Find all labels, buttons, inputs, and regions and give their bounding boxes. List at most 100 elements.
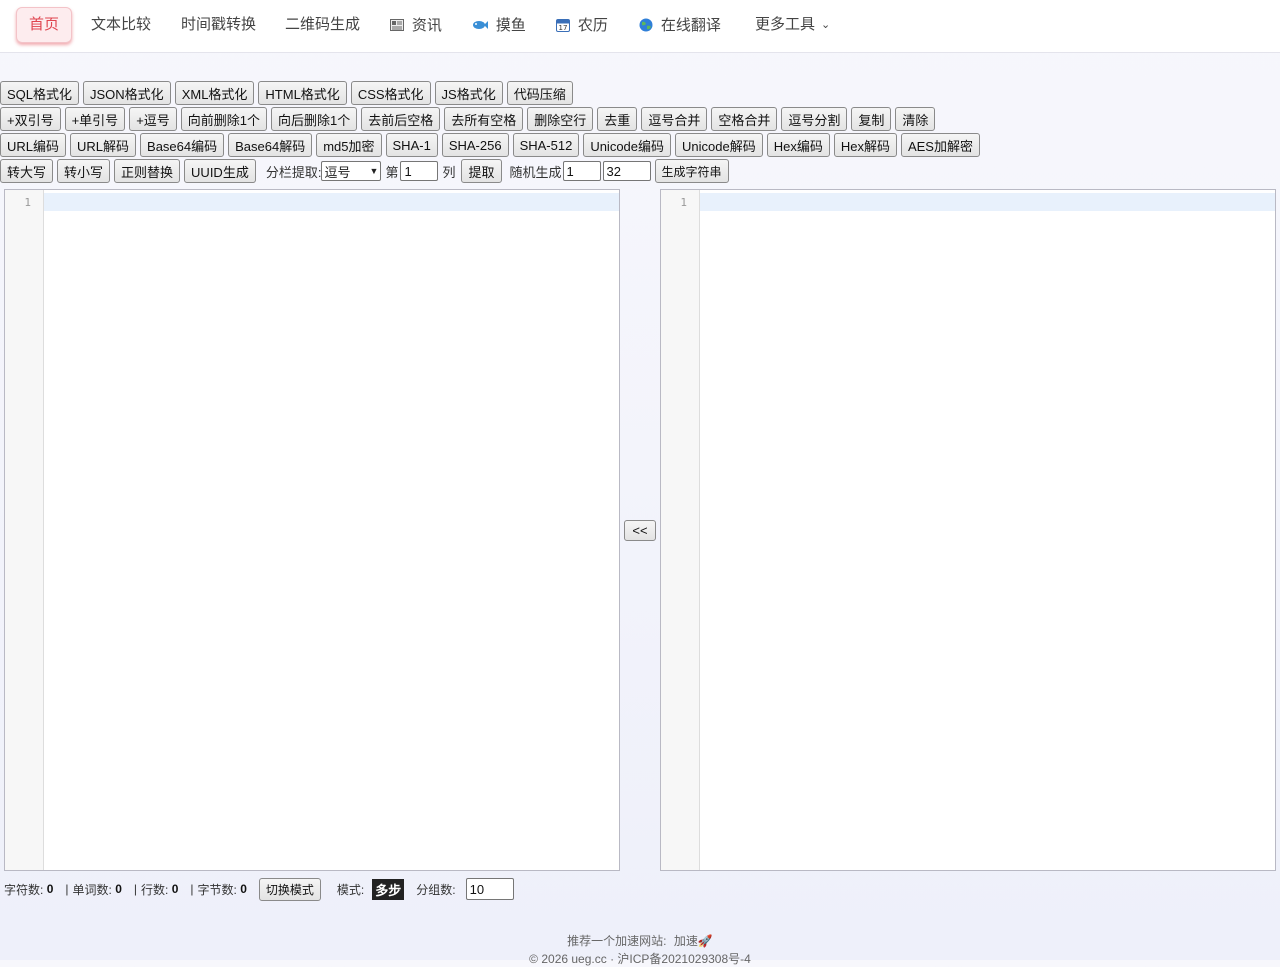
nav-more-tools[interactable]: 更多工具 ⌄ [755,8,830,42]
byte-count: 0 [240,882,247,896]
line-number-gutter: 1 [661,190,700,870]
recommend-link[interactable]: 加速🚀 [674,934,713,948]
nav-qrcode-label: 二维码生成 [285,16,361,33]
group-count-input[interactable] [465,878,514,900]
trim-button[interactable]: 去前后空格 [361,107,441,131]
sha1-button[interactable]: SHA-1 [385,133,438,157]
column-suffix-label: 列 [442,164,456,180]
dedupe-button[interactable]: 去重 [597,107,638,131]
random-generate-label: 随机生成 [509,164,562,180]
html-format-button[interactable]: HTML格式化 [258,81,347,105]
nav-timestamp-label: 时间戳转换 [181,16,257,33]
sha256-button[interactable]: SHA-256 [441,133,509,157]
regex-replace-button[interactable]: 正则替换 [114,159,181,183]
line-count: 0 [171,882,179,896]
nav-calendar-label: 农历 [577,17,608,34]
add-single-quote-button[interactable]: +单引号 [64,107,126,131]
toolbar-misc-row: 转大写 转小写 正则替换 UUID生成 分栏提取: 逗号 ▼ 第 列 提取 随机… [0,159,733,183]
status-bar: 字符数: 0 | 单词数: 0 | 行数: 0 | 字节数: 0 切换模式 模式: 多… [4,877,514,901]
line-number: 1 [680,196,687,209]
base64-decode-button[interactable]: Base64解码 [228,133,313,157]
nav-calendar[interactable]: 17 农历 [556,8,608,42]
add-comma-button[interactable]: +逗号 [129,107,177,131]
line-count-label: 行数: [141,882,169,897]
md5-button[interactable]: md5加密 [316,133,382,157]
input-editor[interactable]: 1 [4,189,620,871]
output-editor[interactable]: 1 [660,189,1276,871]
space-join-button[interactable]: 空格合并 [711,107,778,131]
nav-text-compare-label: 文本比较 [91,16,152,33]
line-number: 1 [24,196,31,209]
switch-mode-button[interactable]: 切换模式 [258,877,321,901]
nav-qrcode[interactable]: 二维码生成 [285,8,360,42]
comma-split-button[interactable]: 逗号分割 [781,107,848,131]
unicode-decode-button[interactable]: Unicode解码 [675,133,763,157]
extract-button[interactable]: 提取 [461,159,502,183]
uuid-button[interactable]: UUID生成 [184,159,256,183]
nav-home-label: 首页 [29,16,60,33]
nav-more-label: 更多工具 [755,16,816,33]
newspaper-icon [390,17,408,33]
code-compress-button[interactable]: 代码压缩 [506,81,573,105]
remove-empty-lines-button[interactable]: 删除空行 [527,107,594,131]
add-double-quote-button[interactable]: +双引号 [0,107,61,131]
nav-slack-label: 摸鱼 [495,17,526,34]
sha512-button[interactable]: SHA-512 [512,133,580,157]
generate-string-button[interactable]: 生成字符串 [654,159,729,183]
column-number-input[interactable] [400,161,439,181]
toolbar-encode-row: URL编码 URL解码 Base64编码 Base64解码 md5加密 SHA-… [0,133,984,157]
copy-back-button[interactable]: << [624,520,656,541]
svg-text:17: 17 [559,24,568,32]
char-count: 0 [46,882,54,896]
hex-decode-button[interactable]: Hex解码 [833,133,897,157]
uppercase-button[interactable]: 转大写 [0,159,54,183]
delete-back-button[interactable]: 向后删除1个 [271,107,358,131]
toolbar-format-row: SQL格式化 JSON格式化 XML格式化 HTML格式化 CSS格式化 JS格… [0,81,577,105]
url-decode-button[interactable]: URL解码 [70,133,137,157]
mode-label: 模式: [336,882,365,897]
toolbar-text-row: +双引号 +单引号 +逗号 向前删除1个 向后删除1个 去前后空格 去所有空格 … [0,107,939,131]
unicode-encode-button[interactable]: Unicode编码 [583,133,672,157]
word-count: 0 [115,882,122,896]
random-length-input[interactable] [602,161,651,181]
column-prefix-label: 第 [385,164,399,180]
remove-all-spaces-button[interactable]: 去所有空格 [444,107,524,131]
group-count-label: 分组数: [416,882,456,897]
line-number-gutter: 1 [5,190,44,870]
globe-icon [639,17,657,33]
aes-button[interactable]: AES加解密 [900,133,980,157]
comma-join-button[interactable]: 逗号合并 [641,107,708,131]
split-delimiter-select[interactable]: 逗号 ▼ [321,161,382,181]
top-navigation: 首页 文本比较 时间戳转换 二维码生成 资讯 摸鱼 17 农历 在线翻译 更多工… [0,0,1280,53]
mode-badge: 多步 [372,878,405,900]
nav-translate-label: 在线翻译 [660,17,721,34]
lowercase-button[interactable]: 转小写 [57,159,111,183]
byte-count-label: 字节数: [197,882,237,897]
split-delimiter-value: 逗号 [324,164,351,180]
nav-news[interactable]: 资讯 [390,8,442,42]
copyright-text: © 2026 ueg.cc · 沪ICP备2021029308号-4 [529,952,751,966]
nav-home[interactable]: 首页 [16,7,73,43]
css-format-button[interactable]: CSS格式化 [350,81,431,105]
js-format-button[interactable]: JS格式化 [434,81,503,105]
split-extract-label: 分栏提取: [265,164,322,180]
json-format-button[interactable]: JSON格式化 [83,81,171,105]
random-count-input[interactable] [562,161,601,181]
nav-text-compare[interactable]: 文本比较 [91,8,151,42]
hex-encode-button[interactable]: Hex编码 [766,133,830,157]
base64-encode-button[interactable]: Base64编码 [140,133,225,157]
clear-button[interactable]: 清除 [895,107,936,131]
chevron-down-icon: ⌄ [821,19,831,31]
footer-copyright: © 2026 ueg.cc · 沪ICP备2021029308号-4 [0,950,1280,967]
xml-format-button[interactable]: XML格式化 [174,81,255,105]
active-line-highlight [44,193,619,211]
fish-icon [472,17,492,33]
footer-recommend: 推荐一个加速网站: 加速🚀 [0,932,1280,949]
sql-format-button[interactable]: SQL格式化 [0,81,80,105]
copy-button[interactable]: 复制 [851,107,892,131]
url-encode-button[interactable]: URL编码 [0,133,67,157]
nav-timestamp[interactable]: 时间戳转换 [181,8,256,42]
delete-front-button[interactable]: 向前删除1个 [180,107,268,131]
nav-translate[interactable]: 在线翻译 [639,8,721,42]
nav-slack[interactable]: 摸鱼 [472,8,526,42]
